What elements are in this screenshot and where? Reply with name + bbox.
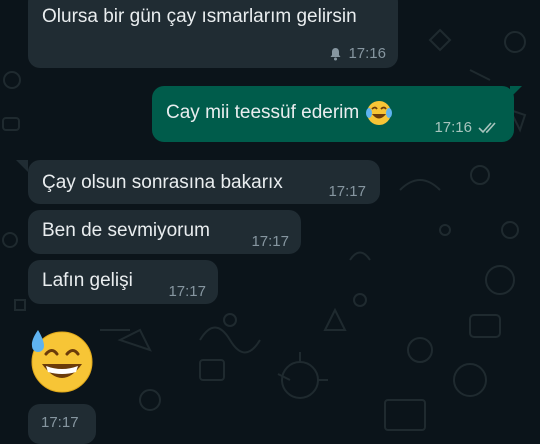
- message-text-body: Cay mii teessüf ederim: [166, 102, 360, 124]
- message-bubble-outgoing[interactable]: Cay mii teessüf ederim 17:16: [152, 86, 514, 142]
- message-time: 17:17: [328, 183, 366, 200]
- message-time-chip: 17:17: [28, 404, 96, 444]
- message-bubble-incoming[interactable]: Lafın gelişi 17:17: [28, 260, 218, 304]
- message-text: Lafın gelişi: [42, 270, 133, 291]
- message-meta: 17:16: [329, 45, 386, 62]
- message-bubble-incoming[interactable]: Ben de sevmiyorum 17:17: [28, 210, 301, 254]
- message-time: 17:17: [168, 283, 206, 300]
- message-meta: 17:17: [328, 183, 366, 200]
- grinning-face-with-sweat-icon: [31, 330, 93, 393]
- message-bubble-incoming[interactable]: Çay olsun sonrasına bakarıx 17:17: [28, 160, 380, 204]
- message-emoji-only[interactable]: [24, 326, 96, 394]
- bell-muted-icon: [330, 47, 341, 60]
- message-meta: 17:17: [168, 283, 206, 300]
- double-check-icon: [478, 121, 496, 133]
- message-meta: 17:17: [251, 233, 289, 250]
- bubble-tail: [510, 86, 522, 98]
- message-time: 17:17: [41, 414, 79, 431]
- face-with-tears-of-joy-icon: [365, 101, 392, 125]
- message-time: 17:16: [348, 45, 386, 62]
- message-bubble-incoming[interactable]: Olursa bir gün çay ısmarlarım gelirsin 1…: [28, 0, 398, 68]
- message-meta: 17:16: [434, 119, 500, 136]
- message-time: 17:16: [434, 119, 472, 136]
- message-time: 17:17: [251, 233, 289, 250]
- bubble-tail: [16, 160, 28, 172]
- message-text: Cay mii teessüf ederim: [166, 100, 393, 126]
- message-text: Ben de sevmiyorum: [42, 220, 210, 241]
- message-text: Olursa bir gün çay ısmarlarım gelirsin: [42, 6, 357, 27]
- message-meta: 17:17: [41, 414, 79, 431]
- message-text: Çay olsun sonrasına bakarıx: [42, 172, 283, 193]
